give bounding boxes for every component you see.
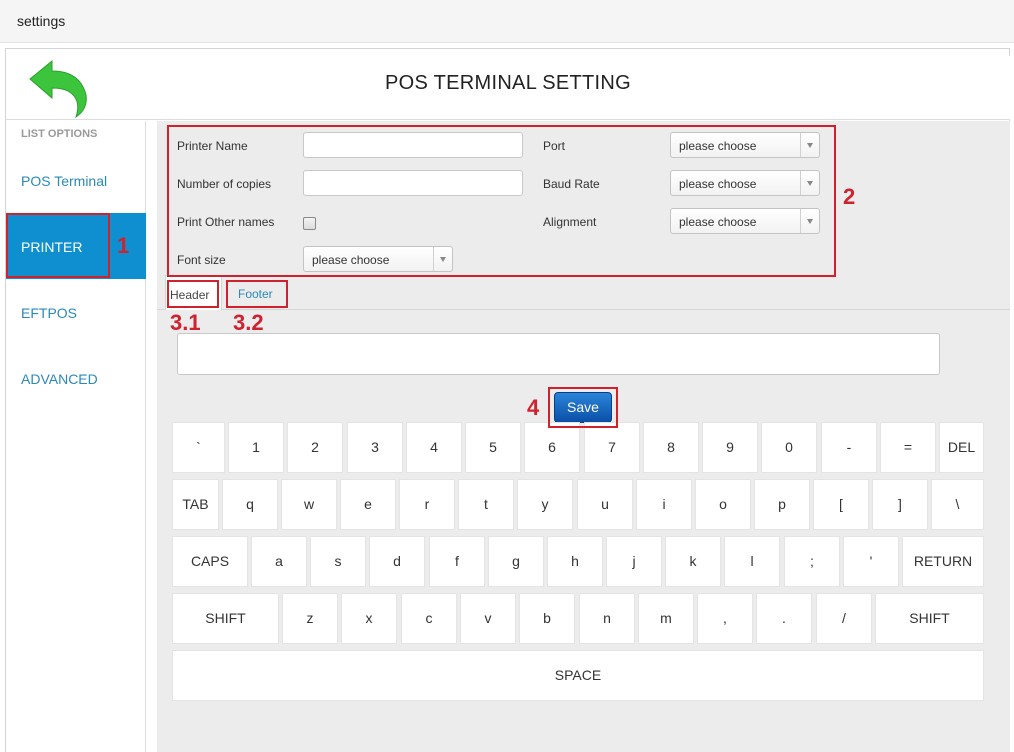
annotation-number: 4 (527, 395, 540, 420)
sidebar-item-label: POS Terminal (21, 173, 108, 189)
key-char[interactable]: y (517, 479, 573, 530)
key-char[interactable]: 0 (761, 422, 817, 473)
key-space[interactable]: SPACE (172, 650, 984, 701)
key-shift[interactable]: SHIFT (172, 593, 279, 644)
key-shift[interactable]: SHIFT (875, 593, 984, 644)
key-del[interactable]: DEL (939, 422, 984, 473)
key-char[interactable]: m (638, 593, 694, 644)
key-char[interactable]: e (340, 479, 396, 530)
key-char[interactable]: l (724, 536, 780, 587)
key-char[interactable]: z (282, 593, 338, 644)
key-char[interactable]: - (821, 422, 877, 473)
key-char[interactable]: c (401, 593, 457, 644)
key-char[interactable]: u (577, 479, 633, 530)
key-char[interactable]: 4 (406, 422, 462, 473)
key-char[interactable]: r (399, 479, 455, 530)
key-char[interactable]: w (281, 479, 337, 530)
key-char[interactable]: 2 (287, 422, 343, 473)
key-char[interactable]: 9 (702, 422, 758, 473)
key-caps[interactable]: CAPS (172, 536, 248, 587)
tab-strip-divider (157, 309, 1010, 310)
page-title: POS TERMINAL SETTING (384, 72, 632, 94)
key-char[interactable]: t (458, 479, 514, 530)
key-char[interactable]: 5 (465, 422, 521, 473)
window-titlebar: settings (0, 0, 1014, 43)
sidebar-item-label: ADVANCED (21, 371, 98, 387)
key-char[interactable]: 8 (643, 422, 699, 473)
annotation-box-4 (548, 387, 618, 428)
key-char[interactable]: / (816, 593, 872, 644)
key-char[interactable]: n (579, 593, 635, 644)
key-char[interactable]: v (460, 593, 516, 644)
key-char[interactable]: x (341, 593, 397, 644)
annotation-box-3-1 (167, 280, 219, 308)
key-tab[interactable]: TAB (172, 479, 219, 530)
key-char[interactable]: ; (784, 536, 840, 587)
key-char[interactable]: \ (931, 479, 984, 530)
key-char[interactable]: s (310, 536, 366, 587)
annotation-number: 1 (117, 233, 130, 258)
key-char[interactable]: q (222, 479, 278, 530)
page-header: POS TERMINAL SETTING (6, 56, 1010, 120)
sidebar-heading: LIST OPTIONS (21, 128, 98, 140)
sidebar-item-label: EFTPOS (21, 305, 78, 321)
key-char[interactable]: 3 (347, 422, 403, 473)
key-char[interactable]: 7 (584, 422, 640, 473)
key-char[interactable]: = (880, 422, 936, 473)
key-char[interactable]: f (429, 536, 485, 587)
key-char[interactable]: g (488, 536, 544, 587)
key-char[interactable]: , (697, 593, 753, 644)
key-char[interactable]: ' (843, 536, 899, 587)
sidebar-item-eftpos[interactable]: EFTPOS (6, 279, 146, 345)
annotation-box-1 (6, 213, 110, 278)
annotation-box-2 (167, 125, 836, 277)
key-char[interactable]: h (547, 536, 603, 587)
key-char[interactable]: [ (813, 479, 869, 530)
key-char[interactable]: k (665, 536, 721, 587)
window-title: settings (17, 13, 66, 29)
sidebar-item-pos-terminal[interactable]: POS Terminal (6, 147, 146, 213)
key-char[interactable]: 6 (524, 422, 580, 473)
key-char[interactable]: d (369, 536, 425, 587)
sidebar-item-advanced[interactable]: ADVANCED (6, 345, 146, 411)
key-char[interactable]: j (606, 536, 662, 587)
key-char[interactable]: a (251, 536, 307, 587)
key-return[interactable]: RETURN (902, 536, 984, 587)
annotation-box-3-2 (226, 280, 288, 308)
annotation-number: 3.2 (233, 310, 264, 335)
key-char[interactable]: b (519, 593, 575, 644)
key-char[interactable]: ] (872, 479, 928, 530)
annotation-number: 2 (843, 184, 856, 209)
annotation-number: 3.1 (170, 310, 201, 335)
key-char[interactable]: i (636, 479, 692, 530)
key-char[interactable]: ` (172, 422, 225, 473)
key-char[interactable]: p (754, 479, 810, 530)
key-char[interactable]: 1 (228, 422, 284, 473)
key-char[interactable]: o (695, 479, 751, 530)
header-text-input[interactable] (177, 333, 940, 375)
key-char[interactable]: . (756, 593, 812, 644)
